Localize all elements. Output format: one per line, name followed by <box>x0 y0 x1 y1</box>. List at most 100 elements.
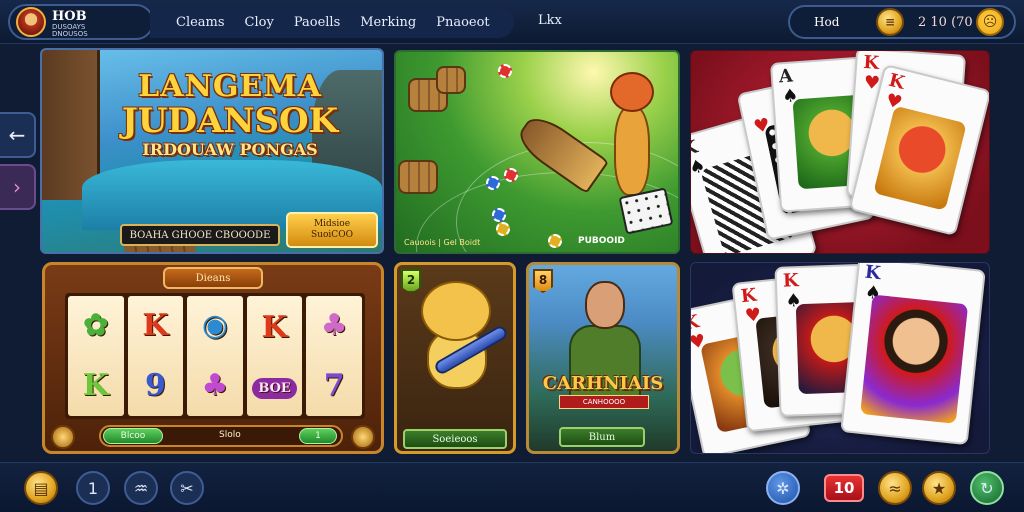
game-card-field[interactable]: Cauoois | Gel Boidt PUBOOID <box>394 50 680 254</box>
game-ribbon: CANHOOOO <box>559 395 649 409</box>
barrel-illustration <box>436 66 466 94</box>
slot-reel: ◉ ♣ <box>187 296 243 416</box>
refresh-button[interactable]: ↻ <box>970 471 1004 505</box>
card-character <box>860 294 969 424</box>
prev-arrow-button[interactable]: ← <box>0 112 36 158</box>
avatar[interactable] <box>16 7 46 37</box>
coin-icon: ≈ <box>888 478 902 498</box>
frog-icon: ✿ <box>83 308 109 343</box>
card-rank: K <box>863 262 882 285</box>
tools-icon: ✂ <box>180 478 194 498</box>
refresh-icon: ↻ <box>980 478 994 498</box>
chip-icon <box>492 208 506 222</box>
notification-counter[interactable]: 10 <box>824 474 864 502</box>
controller-icon: ♒ <box>133 478 149 498</box>
chip-icon <box>498 64 512 78</box>
main-nav: Cleams Cloy Paoells Merking Pnaoeot <box>150 6 514 38</box>
brand-name: HOB <box>52 8 87 24</box>
balance-value: 2 10 (70 <box>918 14 973 30</box>
game-title-line-1: LANGEMA <box>138 69 322 104</box>
wallet-label: Hod <box>814 15 840 29</box>
chip-icon <box>548 234 562 248</box>
coin-button[interactable]: ≈ <box>878 471 912 505</box>
slot-reel: ♣ 7 <box>306 296 362 416</box>
people-button[interactable]: ✲ <box>766 471 800 505</box>
hamster-illustration <box>411 281 510 393</box>
card-rank: K <box>739 284 758 308</box>
chip-icon <box>486 176 500 190</box>
arrow-left-icon: ← <box>8 123 26 147</box>
tools-button[interactable]: ✂ <box>170 471 204 505</box>
playing-card: K ♠ <box>840 262 986 446</box>
card-character <box>873 105 967 211</box>
play-button[interactable]: Soeieoos <box>403 429 507 449</box>
slot-reel: K 9 <box>127 296 184 416</box>
bottom-bar: ▤ 1 ♒ ✂ ✲ 10 ≈ ★ ↻ <box>0 462 1024 512</box>
mushroom-icon: ♣ <box>320 308 348 343</box>
bet-pill[interactable]: Blcoo <box>103 428 163 444</box>
game-card-hamster[interactable]: 2 Soeieoos <box>394 262 516 454</box>
nav-item-3[interactable]: Paoells <box>284 15 350 30</box>
next-arrow-button[interactable]: › <box>0 164 36 210</box>
game-caption: Cauoois | Gel Boidt <box>404 238 481 247</box>
card-rank: K <box>862 51 880 74</box>
slot-symbol: K <box>142 308 169 343</box>
globe-icon: ◉ <box>201 308 229 343</box>
play-button[interactable]: Blum <box>559 427 645 447</box>
mushroom-icon: ♣ <box>201 368 229 403</box>
menu-button[interactable]: ▤ <box>24 471 58 505</box>
nav-item-4[interactable]: Merking <box>350 15 426 30</box>
profile-face-icon[interactable]: ☹ <box>976 8 1004 36</box>
chip-icon <box>504 168 518 182</box>
bottom-button-1[interactable]: 1 <box>76 471 110 505</box>
list-icon: ▤ <box>33 478 49 498</box>
game-card-adventure[interactable]: 8 CARHNIAIS CANHOOOO Blum <box>526 262 680 454</box>
slot-reel: ✿ K <box>68 296 124 416</box>
barrel-illustration <box>398 160 438 194</box>
star-button[interactable]: ★ <box>922 471 956 505</box>
rank-badge: 8 <box>533 269 553 293</box>
game-title-line-2: JUDANSOK <box>121 101 339 141</box>
game-card-resort[interactable]: LANGEMA JUDANSOK IRDOUAW PONGAS BOAHA GH… <box>40 48 384 254</box>
slot-control-bar: Blcoo Slolo 1 <box>99 425 343 447</box>
play-button-dark[interactable]: BOAHA GHOOE CBOOODE <box>120 224 280 246</box>
slot-symbol: BOE <box>252 377 297 399</box>
nav-item-1[interactable]: Cleams <box>166 15 235 30</box>
nav-item-extra[interactable]: Lkx <box>538 13 562 28</box>
slot-mid-text: Slolo <box>219 430 241 440</box>
slot-symbol: K <box>82 368 109 403</box>
game-label: PUBOOID <box>578 236 625 246</box>
wallet[interactable]: Hod ≡ 2 10 (70 ☹ <box>788 5 1016 39</box>
star-icon: ★ <box>931 478 947 498</box>
slot-reel: K BOE <box>246 296 303 416</box>
bottom-button-1-label: 1 <box>87 478 99 498</box>
chip-icon <box>496 222 510 236</box>
game-title-line-3: IRDOUAW PONGAS <box>142 140 318 159</box>
card-rank: K <box>782 270 799 292</box>
brand-logo[interactable]: HOB DUSOAYS DNOUSOS <box>8 4 154 40</box>
play-button-gold[interactable]: Midsioe SuoiCOO <box>286 212 378 248</box>
brand-subtitle: DUSOAYS DNOUSOS <box>52 22 88 38</box>
slot-symbol: 9 <box>144 368 166 403</box>
card-rank: A <box>778 65 794 88</box>
slot-reels: ✿ K K 9 ◉ ♣ K BOE ♣ 7 <box>65 293 365 419</box>
slot-symbol: K <box>261 310 288 346</box>
slot-knob-left[interactable] <box>51 425 75 449</box>
game-card-poker[interactable]: K ♠ ♥ A ♠ K ♥ K ♥ <box>690 50 990 254</box>
nav-item-5[interactable]: Pnaoeot <box>426 15 499 30</box>
slot-knob-right[interactable] <box>351 425 375 449</box>
chevron-right-icon: › <box>13 175 21 199</box>
brand-text: HOB DUSOAYS DNOUSOS <box>52 7 88 38</box>
coin-icon: ≡ <box>876 8 904 36</box>
top-bar: HOB DUSOAYS DNOUSOS Cleams Cloy Paoells … <box>0 0 1024 44</box>
slot-symbol: 7 <box>323 368 345 403</box>
people-icon: ✲ <box>776 478 790 498</box>
spin-pill[interactable]: 1 <box>299 428 337 444</box>
game-card-slot[interactable]: Dieans ✿ K K 9 ◉ ♣ K BOE ♣ 7 Blcoo Slolo… <box>42 262 384 454</box>
nav-item-2[interactable]: Cloy <box>235 15 284 30</box>
game-card-cards[interactable]: K ♥ K ♥ K ♠ K ♠ <box>690 262 990 454</box>
game-title: CARHNIAIS <box>542 373 664 394</box>
settings-button[interactable]: ♒ <box>124 471 158 505</box>
game-title: LANGEMA JUDANSOK IRDOUAW PONGAS <box>100 72 360 158</box>
slot-header: Dieans <box>163 267 263 289</box>
